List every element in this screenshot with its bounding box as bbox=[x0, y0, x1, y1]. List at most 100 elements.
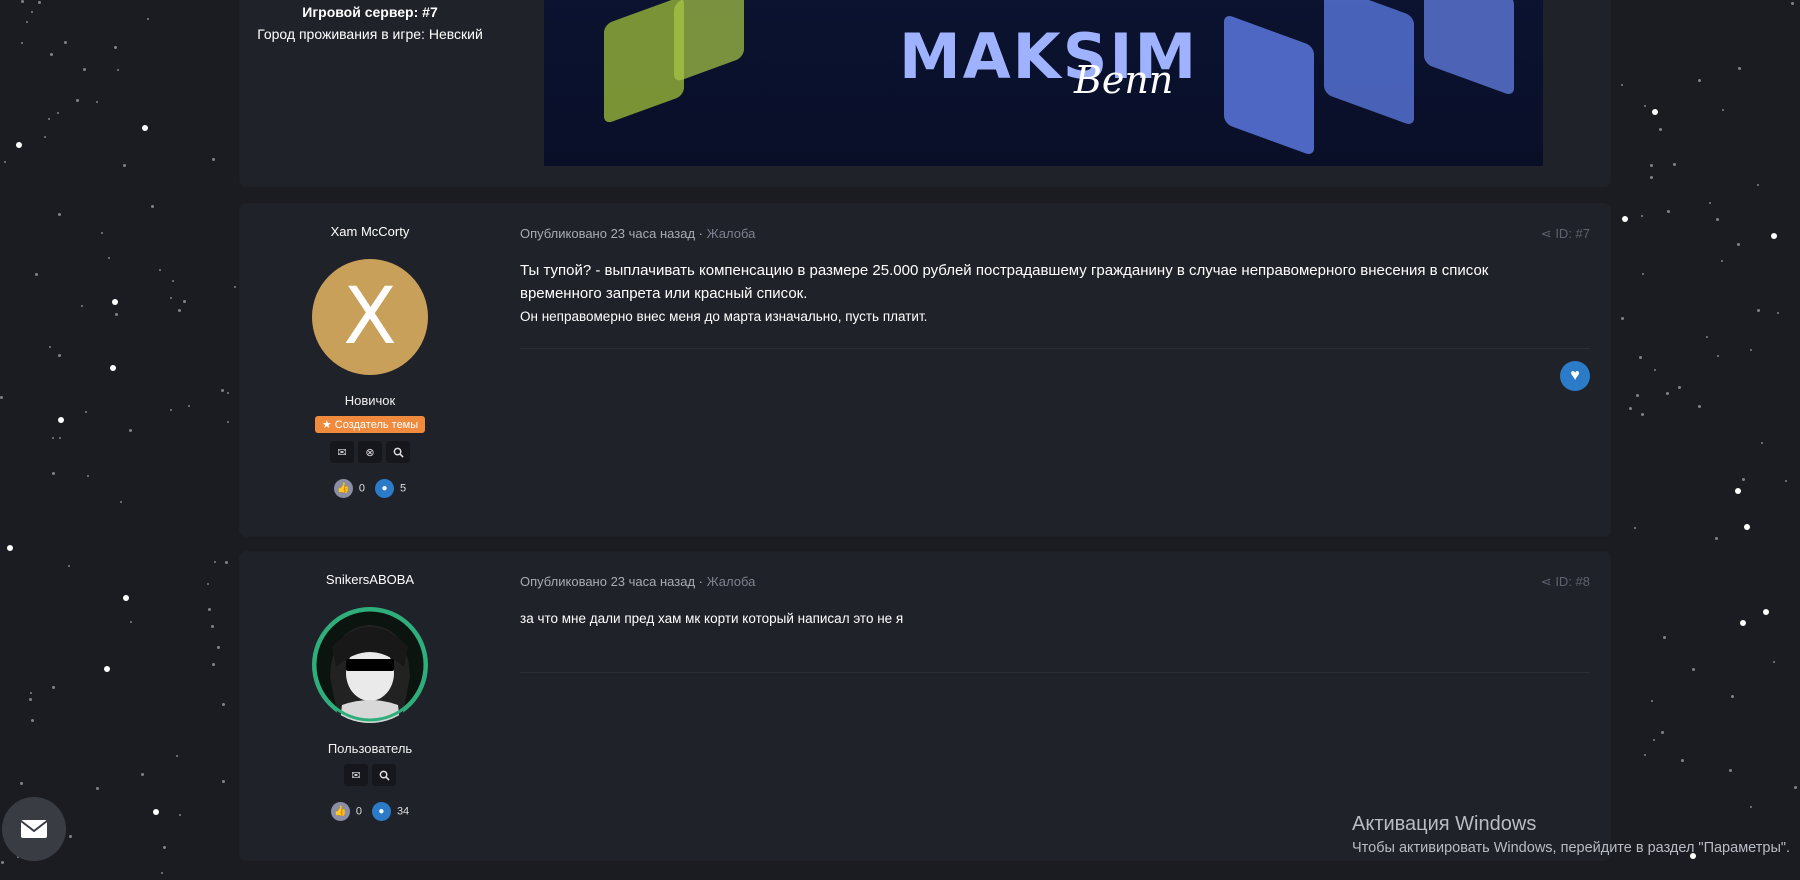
topic-creator-badge: ★ Создатель темы bbox=[314, 416, 426, 433]
report-link[interactable]: Жалоба bbox=[707, 226, 756, 241]
windows-activation-watermark: Активация Windows Чтобы активировать Win… bbox=[1352, 813, 1790, 856]
star-dot bbox=[113, 45, 117, 49]
star-dot bbox=[1750, 806, 1753, 809]
star-dot bbox=[16, 142, 23, 149]
post-text-line-2: Он неправомерно внес меня до марта изнач… bbox=[520, 309, 928, 324]
star-dot bbox=[68, 564, 71, 567]
star-dot bbox=[1736, 242, 1740, 246]
star-dot bbox=[1706, 336, 1709, 339]
star-dot bbox=[213, 560, 216, 563]
star-dot bbox=[59, 437, 62, 440]
star-dot bbox=[220, 389, 224, 393]
ignore-icon[interactable]: ⊗ bbox=[358, 441, 382, 463]
star-dot bbox=[1644, 105, 1647, 108]
envelope-icon[interactable]: ✉ bbox=[330, 441, 354, 463]
windows-activation-title: Активация Windows bbox=[1352, 813, 1537, 835]
post-divider bbox=[520, 672, 1590, 673]
star-dot bbox=[169, 297, 172, 300]
star-dot bbox=[86, 475, 89, 478]
star-dot bbox=[20, 41, 23, 44]
star-dot bbox=[49, 346, 52, 349]
post-7: Xam McCorty X Новичок ★ Создатель темы ✉… bbox=[240, 204, 1610, 536]
post-author-panel: Xam McCorty X Новичок ★ Создатель темы ✉… bbox=[240, 204, 500, 498]
post-date[interactable]: Опубликовано 23 часа назад bbox=[520, 226, 695, 241]
star-dot bbox=[233, 286, 236, 289]
post-id[interactable]: ⋖ ID: #8 bbox=[1541, 574, 1590, 590]
like-heart-button[interactable]: ♥ bbox=[1560, 361, 1590, 391]
author-avatar[interactable] bbox=[312, 607, 428, 723]
post-id[interactable]: ⋖ ID: #7 bbox=[1541, 226, 1590, 242]
star-dot bbox=[128, 428, 132, 432]
author-name-link[interactable]: Xam McCorty bbox=[240, 224, 500, 239]
star-dot bbox=[152, 808, 159, 815]
star-dot bbox=[51, 686, 55, 690]
star-dot bbox=[1743, 523, 1750, 530]
author-avatar[interactable]: X bbox=[312, 259, 428, 375]
star-dot bbox=[158, 268, 161, 271]
star-dot bbox=[1651, 109, 1658, 116]
star-dot bbox=[1652, 738, 1655, 741]
thumbs-up-icon: 👍 bbox=[333, 479, 353, 498]
star-dot bbox=[129, 621, 132, 624]
envelope-icon bbox=[20, 820, 48, 838]
search-icon[interactable] bbox=[386, 441, 410, 463]
star-dot bbox=[151, 204, 155, 208]
star-dot bbox=[1739, 619, 1746, 626]
post-meta: Опубликовано 23 часа назад · Жалоба bbox=[520, 574, 756, 589]
star-dot bbox=[123, 163, 127, 167]
author-name-link[interactable]: SnikersABOBA bbox=[240, 572, 500, 587]
star-dot bbox=[123, 595, 130, 602]
star-dot bbox=[120, 501, 123, 504]
star-dot bbox=[52, 437, 55, 440]
star-dot bbox=[64, 40, 68, 44]
star-dot bbox=[1663, 635, 1667, 639]
star-dot bbox=[52, 472, 56, 476]
star-dot bbox=[1665, 391, 1669, 395]
report-link[interactable]: Жалоба bbox=[707, 574, 756, 589]
star-dot bbox=[187, 404, 190, 407]
banner-subtitle: Benn bbox=[1074, 58, 1174, 102]
author-stats: 👍 0 ● 34 bbox=[240, 802, 500, 821]
star-dot bbox=[1708, 202, 1711, 205]
star-dot bbox=[1621, 316, 1625, 320]
star-dot bbox=[216, 645, 220, 649]
star-dot bbox=[68, 835, 72, 838]
star-dot bbox=[1776, 312, 1779, 315]
star-dot bbox=[57, 111, 60, 114]
star-dot bbox=[1735, 487, 1742, 494]
post-text-line-1: за что мне дали пред хам мк корти которы… bbox=[520, 611, 904, 626]
star-dot bbox=[117, 69, 120, 71]
star-dot bbox=[147, 18, 150, 21]
envelope-icon[interactable]: ✉ bbox=[344, 764, 368, 786]
star-dot bbox=[1697, 405, 1701, 409]
star-dot bbox=[1760, 441, 1763, 444]
star-dot bbox=[1756, 183, 1759, 186]
star-dot bbox=[1738, 67, 1742, 71]
speech-bubble-icon: ● bbox=[371, 802, 391, 821]
post-divider bbox=[520, 348, 1590, 349]
star-dot bbox=[176, 755, 179, 758]
star-dot bbox=[1784, 479, 1787, 482]
star-dot bbox=[211, 157, 215, 161]
avatar-letter: X bbox=[343, 272, 397, 362]
messages-fab-button[interactable] bbox=[2, 797, 66, 861]
star-dot bbox=[30, 11, 33, 14]
star-dot bbox=[1741, 478, 1745, 482]
star-dot bbox=[112, 299, 119, 306]
post-date[interactable]: Опубликовано 23 часа назад bbox=[520, 574, 695, 589]
share-icon: ⋖ bbox=[1540, 574, 1552, 589]
search-icon[interactable] bbox=[372, 764, 396, 786]
star-dot bbox=[84, 410, 87, 413]
star-dot bbox=[115, 312, 119, 316]
anime-avatar-image bbox=[313, 608, 427, 723]
share-icon: ⋖ bbox=[1540, 226, 1552, 241]
star-dot bbox=[1640, 412, 1644, 416]
star-dot bbox=[1790, 1, 1794, 5]
star-dot bbox=[28, 698, 32, 702]
star-dot bbox=[58, 417, 65, 424]
star-dot bbox=[57, 353, 61, 357]
star-dot bbox=[222, 779, 226, 783]
reputation-stat: 👍 0 bbox=[333, 479, 365, 498]
star-dot bbox=[1794, 786, 1798, 790]
star-dot bbox=[183, 300, 187, 304]
